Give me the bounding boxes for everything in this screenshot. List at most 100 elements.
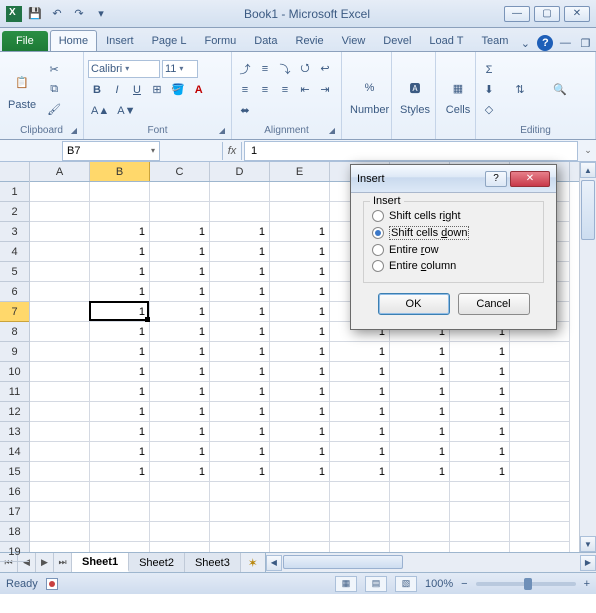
cell-I14[interactable] <box>510 442 570 462</box>
wrap-text-button[interactable]: ↩ <box>316 60 334 78</box>
cell-C1[interactable] <box>150 182 210 202</box>
cell-H15[interactable]: 1 <box>450 462 510 482</box>
font-size-combo[interactable]: 11▾ <box>162 60 198 78</box>
cell-I15[interactable] <box>510 462 570 482</box>
cell-E7[interactable]: 1 <box>270 302 330 322</box>
row-header-6[interactable]: 6 <box>0 282 29 302</box>
cell-G10[interactable]: 1 <box>390 362 450 382</box>
cell-A18[interactable] <box>30 522 90 542</box>
cell-F9[interactable]: 1 <box>330 342 390 362</box>
cell-I11[interactable] <box>510 382 570 402</box>
cell-D11[interactable]: 1 <box>210 382 270 402</box>
cell-A16[interactable] <box>30 482 90 502</box>
fill-button[interactable]: ⬇ <box>480 81 498 99</box>
cell-B12[interactable]: 1 <box>90 402 150 422</box>
font-name-combo[interactable]: Calibri▾ <box>88 60 160 78</box>
cell-A11[interactable] <box>30 382 90 402</box>
cell-E4[interactable]: 1 <box>270 242 330 262</box>
decrease-indent-button[interactable]: ⇤ <box>296 81 314 99</box>
cell-D9[interactable]: 1 <box>210 342 270 362</box>
cell-E12[interactable]: 1 <box>270 402 330 422</box>
cell-B11[interactable]: 1 <box>90 382 150 402</box>
cell-H10[interactable]: 1 <box>450 362 510 382</box>
autosum-button[interactable]: Σ <box>480 61 498 79</box>
cell-A14[interactable] <box>30 442 90 462</box>
help-icon[interactable]: ? <box>537 35 553 51</box>
row-header-10[interactable]: 10 <box>0 362 29 382</box>
cell-B5[interactable]: 1 <box>90 262 150 282</box>
cell-D8[interactable]: 1 <box>210 322 270 342</box>
cell-H17[interactable] <box>450 502 510 522</box>
row-header-16[interactable]: 16 <box>0 482 29 502</box>
cell-F10[interactable]: 1 <box>330 362 390 382</box>
new-sheet-button[interactable]: ✶ <box>241 553 265 572</box>
cell-G9[interactable]: 1 <box>390 342 450 362</box>
radio-shift-down[interactable]: Shift cells down <box>372 224 535 242</box>
tab-home[interactable]: Home <box>50 30 97 51</box>
row-header-13[interactable]: 13 <box>0 422 29 442</box>
cell-A4[interactable] <box>30 242 90 262</box>
cell-B3[interactable]: 1 <box>90 222 150 242</box>
cell-A12[interactable] <box>30 402 90 422</box>
cell-H18[interactable] <box>450 522 510 542</box>
cell-D13[interactable]: 1 <box>210 422 270 442</box>
cell-H19[interactable] <box>450 542 510 552</box>
cell-A9[interactable] <box>30 342 90 362</box>
fill-color-button[interactable]: 🪣 <box>168 81 188 99</box>
minimize-button[interactable]: — <box>504 6 530 22</box>
cell-B8[interactable]: 1 <box>90 322 150 342</box>
fx-button[interactable]: fx <box>222 142 242 160</box>
cell-D18[interactable] <box>210 522 270 542</box>
cell-D19[interactable] <box>210 542 270 552</box>
dialog-close-button[interactable]: ✕ <box>510 171 550 187</box>
tab-data[interactable]: Data <box>245 30 286 51</box>
row-header-1[interactable]: 1 <box>0 182 29 202</box>
cancel-button[interactable]: Cancel <box>458 293 530 315</box>
cell-B10[interactable]: 1 <box>90 362 150 382</box>
italic-button[interactable]: I <box>108 81 126 99</box>
cell-G16[interactable] <box>390 482 450 502</box>
clear-button[interactable]: ◇ <box>480 101 498 119</box>
cell-F15[interactable]: 1 <box>330 462 390 482</box>
cell-A15[interactable] <box>30 462 90 482</box>
cell-E8[interactable]: 1 <box>270 322 330 342</box>
cell-H14[interactable]: 1 <box>450 442 510 462</box>
cell-E13[interactable]: 1 <box>270 422 330 442</box>
cell-C4[interactable]: 1 <box>150 242 210 262</box>
cell-E2[interactable] <box>270 202 330 222</box>
cell-D4[interactable]: 1 <box>210 242 270 262</box>
cell-A10[interactable] <box>30 362 90 382</box>
row-header-14[interactable]: 14 <box>0 442 29 462</box>
cell-G12[interactable]: 1 <box>390 402 450 422</box>
cell-I13[interactable] <box>510 422 570 442</box>
cell-C15[interactable]: 1 <box>150 462 210 482</box>
column-header-C[interactable]: C <box>150 162 210 181</box>
align-middle-button[interactable]: ≡ <box>256 60 274 78</box>
align-top-button[interactable]: ⤴ <box>236 60 254 78</box>
row-header-11[interactable]: 11 <box>0 382 29 402</box>
cell-F13[interactable]: 1 <box>330 422 390 442</box>
view-page-break-button[interactable]: ▧ <box>395 576 417 592</box>
tab-developer[interactable]: Devel <box>374 30 420 51</box>
cell-C17[interactable] <box>150 502 210 522</box>
cell-A7[interactable] <box>30 302 90 322</box>
cell-A17[interactable] <box>30 502 90 522</box>
name-box[interactable]: B7▾ <box>62 141 160 161</box>
dialog-help-button[interactable]: ? <box>485 171 507 187</box>
cell-B16[interactable] <box>90 482 150 502</box>
shrink-font-button[interactable]: A▼ <box>114 102 138 120</box>
workbook-minimize-button[interactable]: — <box>557 35 573 51</box>
cell-E5[interactable]: 1 <box>270 262 330 282</box>
row-header-7[interactable]: 7 <box>0 302 29 322</box>
row-header-19[interactable]: 19 <box>0 542 29 562</box>
vertical-scrollbar[interactable]: ▲ ▼ <box>579 162 596 552</box>
scroll-right-button[interactable]: ▶ <box>580 555 596 571</box>
cell-I17[interactable] <box>510 502 570 522</box>
ok-button[interactable]: OK <box>378 293 450 315</box>
cell-B14[interactable]: 1 <box>90 442 150 462</box>
cell-I16[interactable] <box>510 482 570 502</box>
radio-entire-column[interactable]: Entire column <box>372 258 535 274</box>
cell-A2[interactable] <box>30 202 90 222</box>
view-page-layout-button[interactable]: ▤ <box>365 576 387 592</box>
cell-I10[interactable] <box>510 362 570 382</box>
